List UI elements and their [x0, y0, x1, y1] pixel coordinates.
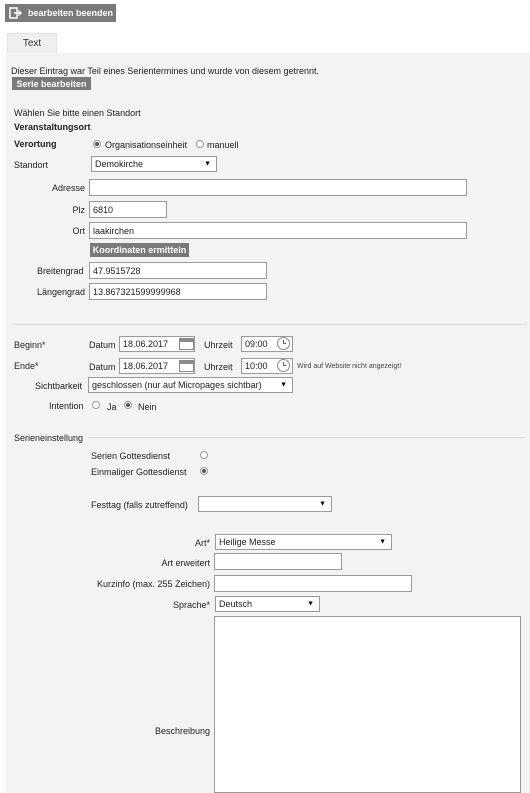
intention-label: Intention — [49, 401, 84, 411]
end-note: Wird auf Website nicht angezeigt! — [297, 363, 402, 370]
standort-select[interactable]: Demokirche ▼ — [91, 156, 217, 172]
begin-uhrzeit-label: Uhrzeit — [204, 340, 233, 350]
calendar-icon[interactable] — [179, 360, 194, 372]
standort-label: Standort — [14, 160, 49, 170]
plz-input[interactable]: 6810 — [89, 201, 167, 218]
detached-notice: Dieser Eintrag war Teil eines Serienterm… — [11, 66, 319, 76]
laengengrad-input[interactable]: 13.867321599999968 — [89, 283, 267, 300]
art-ext-label: Art erweitert — [161, 558, 210, 568]
beschreibung-textarea[interactable] — [214, 616, 521, 793]
standort-value: Demokirche — [95, 159, 144, 169]
chevron-down-icon: ▼ — [204, 160, 211, 168]
festtag-select[interactable]: ▼ — [198, 496, 332, 512]
clock-icon[interactable] — [277, 359, 290, 372]
adresse-input[interactable] — [89, 179, 467, 196]
end-edit-button[interactable]: bearbeiten beenden — [5, 4, 116, 22]
begin-label: Beginn* — [14, 340, 46, 350]
sprache-select[interactable]: Deutsch ▼ — [215, 596, 320, 612]
radio-intention-no[interactable] — [124, 401, 132, 409]
edit-series-button[interactable]: Serie bearbeiten — [12, 77, 91, 90]
ort-label: Ort — [72, 226, 86, 236]
art-value: Heilige Messe — [219, 537, 276, 547]
radio-org[interactable] — [93, 140, 101, 148]
plz-label: Plz — [72, 205, 85, 215]
visibility-select[interactable]: geschlossen (nur auf Micropages sichtbar… — [88, 377, 293, 393]
exit-icon — [9, 7, 23, 19]
series-option-label: Serien Gottesdienst — [91, 451, 171, 461]
end-label: Ende* — [14, 361, 39, 371]
intention-no-label: Nein — [138, 402, 157, 412]
coords-label: Koordinaten ermitteln — [92, 245, 187, 255]
divider — [88, 437, 526, 438]
chevron-down-icon: ▼ — [307, 600, 314, 608]
location-heading: Veranstaltungsort — [14, 122, 91, 132]
end-datum-label: Datum — [89, 362, 116, 372]
chevron-down-icon: ▼ — [319, 500, 326, 508]
art-ext-input[interactable] — [214, 553, 342, 570]
chevron-down-icon: ▼ — [379, 538, 386, 546]
location-prompt: Wählen Sie bitte einen Standort — [14, 108, 141, 118]
verortung-label: Verortung — [14, 139, 57, 149]
clock-icon[interactable] — [277, 337, 290, 350]
intention-yes-label: Ja — [107, 402, 117, 412]
tab-text[interactable]: Text — [7, 33, 57, 53]
sprache-value: Deutsch — [219, 599, 253, 609]
laengengrad-label: Längengrad — [37, 287, 86, 297]
tab-text-label: Text — [22, 38, 42, 49]
breitengrad-input[interactable]: 47.9515728 — [89, 262, 267, 279]
radio-manual-label: manuell — [207, 140, 239, 150]
kurzinfo-input[interactable] — [214, 575, 412, 592]
radio-series[interactable] — [200, 451, 208, 459]
radio-intention-yes[interactable] — [92, 401, 100, 409]
kurzinfo-label: Kurzinfo (max. 255 Zeichen) — [96, 579, 210, 589]
visibility-label: Sichtbarkeit — [35, 381, 83, 391]
calendar-icon[interactable] — [179, 338, 194, 350]
radio-org-label: Organisationseinheit — [105, 140, 188, 150]
begin-datum-label: Datum — [89, 340, 116, 350]
breitengrad-label: Breitengrad — [37, 266, 84, 276]
edit-series-label: Serie bearbeiten — [16, 78, 87, 89]
art-label: Art* — [194, 538, 210, 548]
festtag-label: Festtag (falls zutreffend) — [91, 500, 188, 510]
radio-manual[interactable] — [196, 140, 204, 148]
coords-button[interactable]: Koordinaten ermitteln — [90, 243, 189, 257]
art-select[interactable]: Heilige Messe ▼ — [215, 534, 392, 550]
divider — [12, 324, 526, 325]
visibility-value: geschlossen (nur auf Micropages sichtbar… — [92, 380, 262, 390]
single-option-label: Einmaliger Gottesdienst — [91, 467, 187, 477]
ort-input[interactable]: laakirchen — [89, 222, 467, 239]
sprache-label: Sprache* — [172, 600, 210, 610]
chevron-down-icon: ▼ — [280, 381, 287, 389]
end-uhrzeit-label: Uhrzeit — [204, 362, 233, 372]
radio-single[interactable] — [200, 467, 208, 475]
series-heading: Serieneinstellung — [14, 433, 84, 443]
beschreibung-label: Beschreibung — [154, 726, 210, 736]
end-edit-label: bearbeiten beenden — [28, 8, 114, 18]
adresse-label: Adresse — [51, 183, 85, 193]
